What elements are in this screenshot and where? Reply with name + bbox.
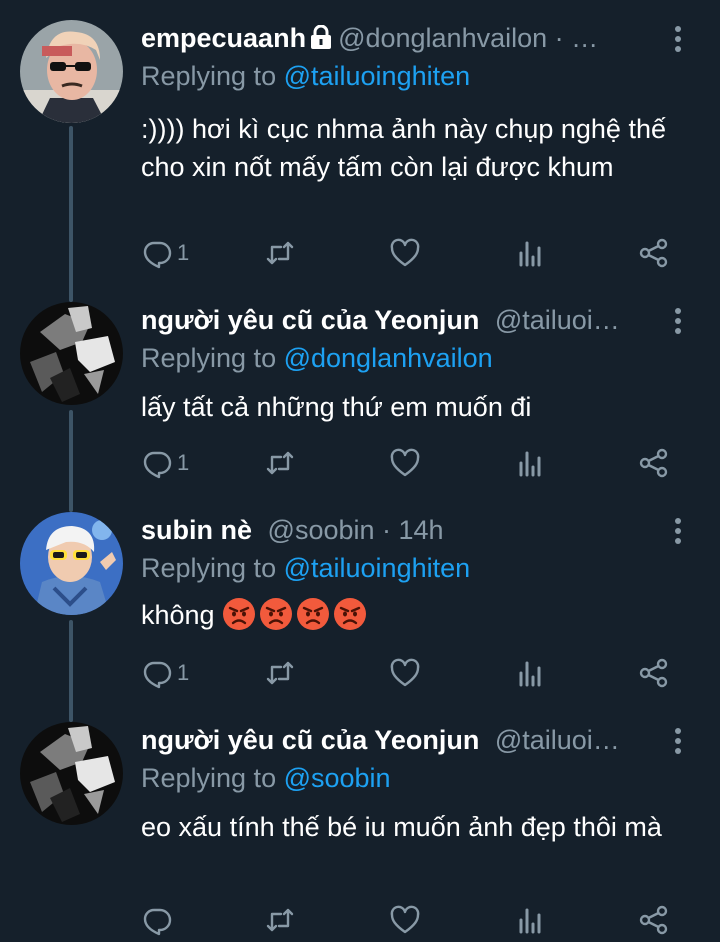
display-name[interactable]: subin nè <box>141 515 252 545</box>
avatar[interactable] <box>20 20 123 123</box>
tweet-text: eo xấu tính thế bé iu muốn ảnh đẹp thôi … <box>141 812 662 842</box>
analytics-icon <box>519 451 541 477</box>
reply-button[interactable]: 1 <box>141 443 189 483</box>
analytics-icon <box>519 908 541 934</box>
like-button[interactable] <box>389 443 421 483</box>
display-name[interactable]: empecuaanh <box>141 23 306 53</box>
share-button[interactable] <box>638 653 670 693</box>
analytics-button[interactable] <box>515 653 547 693</box>
action-bar: 1 <box>0 443 720 483</box>
tweet-header: empecuaanh @donglanhvailon · … <box>141 20 671 56</box>
like-button[interactable] <box>389 233 421 273</box>
tweet[interactable]: người yêu cũ của Yeonjun @tailuoi… Reply… <box>0 722 720 942</box>
avatar[interactable] <box>20 512 123 615</box>
analytics-button[interactable] <box>515 900 547 940</box>
action-bar: 1 <box>0 653 720 693</box>
tweet-text-container: không <box>141 596 691 634</box>
replying-to: Replying to @donglanhvailon <box>141 340 493 376</box>
reply-count: 1 <box>177 660 190 685</box>
mention-link[interactable]: @donglanhvailon <box>284 343 493 373</box>
avatar-photo <box>20 512 123 615</box>
reply-icon <box>143 908 172 936</box>
analytics-icon <box>519 661 541 687</box>
heart-icon <box>390 238 420 267</box>
angry-face-emoji <box>260 598 293 630</box>
reply-button[interactable] <box>141 900 177 940</box>
mention-link[interactable]: @tailuoinghiten <box>284 553 471 583</box>
angry-face-emoji <box>297 598 330 630</box>
heart-icon <box>390 905 420 934</box>
replying-label: Replying to <box>141 343 284 373</box>
action-bar: 1 <box>0 233 720 273</box>
share-icon <box>639 658 668 688</box>
retweet-button[interactable] <box>264 443 296 483</box>
reply-icon <box>143 661 172 689</box>
angry-face-emoji <box>334 598 367 630</box>
replying-label: Replying to <box>141 763 284 793</box>
replying-label: Replying to <box>141 61 284 91</box>
avatar-photo <box>20 20 123 123</box>
analytics-icon <box>519 241 541 267</box>
like-button[interactable] <box>389 653 421 693</box>
retweet-icon <box>266 451 294 475</box>
tweet[interactable]: người yêu cũ của Yeonjun @tailuoi… Reply… <box>0 302 720 502</box>
reply-count: 1 <box>177 240 190 265</box>
emoji-group <box>222 598 370 630</box>
more-vertical-icon[interactable] <box>672 728 684 756</box>
replying-label: Replying to <box>141 553 284 583</box>
more-vertical-icon[interactable] <box>672 308 684 336</box>
action-bar <box>0 900 720 940</box>
like-button[interactable] <box>389 900 421 940</box>
retweet-icon <box>266 908 294 932</box>
retweet-button[interactable] <box>264 653 296 693</box>
avatar-photo <box>20 722 123 825</box>
handle[interactable]: @donglanhvailon · … <box>338 23 598 53</box>
more-vertical-icon[interactable] <box>672 26 684 54</box>
tweet[interactable]: subin nè @soobin · 14h Replying to @tail… <box>0 512 720 712</box>
retweet-button[interactable] <box>264 900 296 940</box>
handle[interactable]: @tailuoi… <box>495 305 620 335</box>
replying-to: Replying to @tailuoinghiten <box>141 58 470 94</box>
replying-to: Replying to @tailuoinghiten <box>141 550 470 586</box>
handle[interactable]: @tailuoi… <box>495 725 620 755</box>
tweet-text: :)))) hơi kì cục nhma ảnh này chụp nghệ … <box>141 114 666 182</box>
tweet[interactable]: empecuaanh @donglanhvailon · … Replying t… <box>0 20 720 280</box>
retweet-button[interactable] <box>264 233 296 273</box>
avatar-photo <box>20 302 123 405</box>
retweet-icon <box>266 661 294 685</box>
avatar[interactable] <box>20 302 123 405</box>
heart-icon <box>390 658 420 687</box>
share-icon <box>639 448 668 478</box>
heart-icon <box>390 448 420 477</box>
display-name[interactable]: người yêu cũ của Yeonjun <box>141 725 479 755</box>
analytics-button[interactable] <box>515 443 547 483</box>
analytics-button[interactable] <box>515 233 547 273</box>
reply-icon <box>143 241 172 269</box>
avatar[interactable] <box>20 722 123 825</box>
display-name[interactable]: người yêu cũ của Yeonjun <box>141 305 479 335</box>
retweet-icon <box>266 241 294 265</box>
tweet-text: lấy tất cả những thứ em muốn đi <box>141 392 532 422</box>
share-icon <box>639 905 668 935</box>
tweet-header: người yêu cũ của Yeonjun @tailuoi… <box>141 722 671 758</box>
reply-button[interactable]: 1 <box>141 233 189 273</box>
handle[interactable]: @soobin · 14h <box>268 515 444 545</box>
share-button[interactable] <box>638 900 670 940</box>
angry-face-emoji <box>223 598 256 630</box>
reply-count: 1 <box>177 450 190 475</box>
reply-button[interactable]: 1 <box>141 653 189 693</box>
share-icon <box>639 238 668 268</box>
lock-icon <box>310 22 332 56</box>
reply-icon <box>143 451 172 479</box>
more-vertical-icon[interactable] <box>672 518 684 546</box>
replying-to: Replying to @soobin <box>141 760 391 796</box>
tweet-text: không <box>141 600 215 630</box>
share-button[interactable] <box>638 233 670 273</box>
share-button[interactable] <box>638 443 670 483</box>
tweet-header: người yêu cũ của Yeonjun @tailuoi… <box>141 302 671 338</box>
mention-link[interactable]: @soobin <box>284 763 391 793</box>
tweet-header: subin nè @soobin · 14h <box>141 512 671 548</box>
mention-link[interactable]: @tailuoinghiten <box>284 61 471 91</box>
